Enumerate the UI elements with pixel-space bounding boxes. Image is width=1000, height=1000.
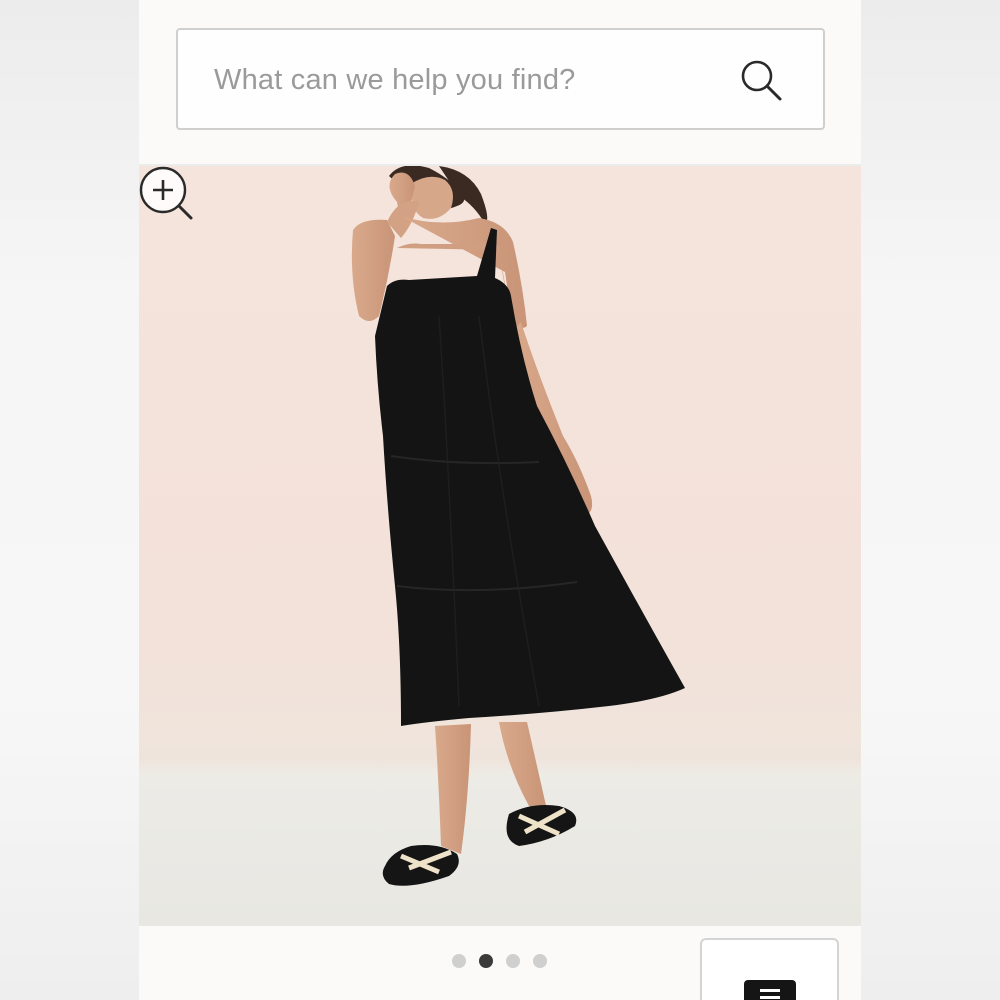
left-backdrop — [0, 0, 139, 1000]
carousel-dot-active[interactable] — [479, 954, 493, 968]
right-backdrop — [861, 0, 1000, 1000]
carousel-dot[interactable] — [506, 954, 520, 968]
search-input[interactable]: What can we help you find? — [176, 28, 825, 130]
menu-icon — [744, 980, 796, 1000]
product-photo-illustration — [139, 166, 861, 926]
mobile-page: What can we help you find? — [139, 0, 861, 1000]
search-placeholder: What can we help you find? — [214, 64, 576, 96]
gallery-controls — [139, 926, 861, 1000]
carousel-dot[interactable] — [533, 954, 547, 968]
carousel-dot[interactable] — [452, 954, 466, 968]
menu-button[interactable] — [700, 938, 839, 1000]
carousel-pagination — [452, 954, 547, 968]
zoom-in-icon[interactable] — [139, 166, 195, 222]
product-image[interactable] — [139, 166, 861, 926]
search-icon[interactable] — [739, 58, 783, 102]
